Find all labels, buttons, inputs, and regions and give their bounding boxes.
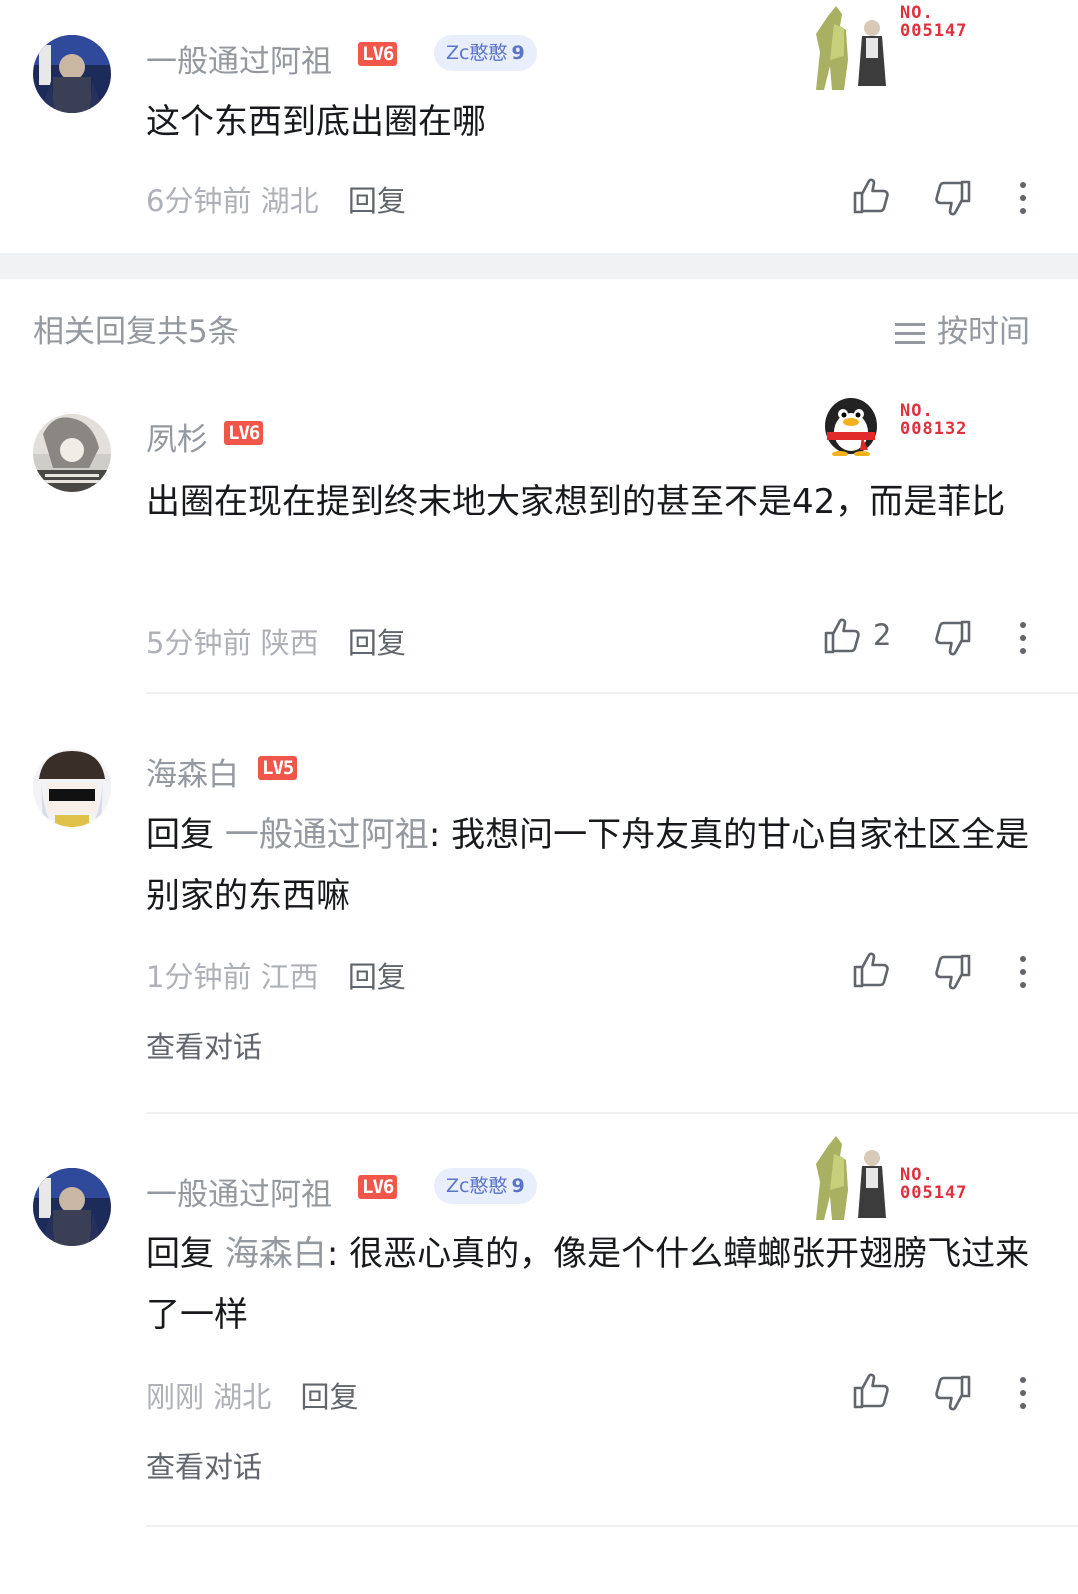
- comment-time: 6分钟前: [146, 184, 252, 218]
- avatar[interactable]: [33, 35, 111, 113]
- view-conversation-link[interactable]: 查看对话: [146, 1444, 262, 1486]
- comment-location: 江西: [260, 960, 319, 994]
- more-options-icon[interactable]: [1018, 182, 1028, 218]
- view-conversation-link[interactable]: 查看对话: [146, 1024, 262, 1066]
- avatar[interactable]: [33, 749, 111, 827]
- comment-location: 陕西: [260, 626, 319, 660]
- comment-time: 5分钟前: [146, 626, 252, 660]
- thumbs-up-icon[interactable]: [851, 176, 891, 216]
- mention-link[interactable]: 海森白: [225, 1234, 327, 1274]
- penguin-card-image: [825, 398, 877, 457]
- avatar[interactable]: [33, 1168, 111, 1246]
- username[interactable]: 一般通过阿祖: [146, 36, 332, 81]
- collectible-card[interactable]: NO. 008132: [818, 388, 998, 458]
- thumbs-down-icon[interactable]: [933, 178, 973, 218]
- card-number: NO. 005147: [900, 1165, 968, 1203]
- card-number: NO. 008132: [900, 401, 968, 439]
- reply-item: 一般通过阿祖 LV6 Zc憨憨 9 NO. 005147 回复 海森白: 很恶心真…: [0, 1130, 1078, 1530]
- comment-meta: 5分钟前 陕西 回复: [146, 620, 406, 662]
- related-replies-title: 相关回复共5条: [33, 314, 239, 350]
- thumbs-up-icon[interactable]: [851, 950, 891, 990]
- reply-button[interactable]: 回复: [300, 1380, 358, 1414]
- reply-item: 海森白 LV5 回复 一般通过阿祖: 我想问一下舟友真的甘心自家社区全是别家的东…: [0, 715, 1078, 1115]
- menu-lines-icon: [895, 317, 925, 350]
- root-comment: 一般通过阿祖 LV6 Zc憨憨 9 NO. 005147 这个东西到底出圈在哪 6…: [0, 0, 1078, 253]
- more-options-icon[interactable]: [1018, 622, 1028, 658]
- reply-button[interactable]: 回复: [348, 184, 406, 218]
- username[interactable]: 一般通过阿祖: [146, 1169, 332, 1214]
- mention-link[interactable]: 一般通过阿祖: [225, 815, 429, 855]
- more-options-icon[interactable]: [1018, 1377, 1028, 1413]
- thumbs-down-icon[interactable]: [933, 1373, 973, 1413]
- level-badge: LV6: [358, 1175, 398, 1199]
- level-badge: LV6: [224, 421, 264, 445]
- fan-badge[interactable]: Zc憨憨 9: [434, 35, 537, 71]
- thumbs-down-icon[interactable]: [933, 952, 973, 992]
- comment-location: 湖北: [213, 1380, 272, 1414]
- card-figure-image: [816, 6, 886, 90]
- comment-location: 湖北: [260, 184, 319, 218]
- fan-badge-name: Zc憨憨: [446, 1175, 508, 1197]
- comment-content: 出圈在现在提到终末地大家想到的甚至不是42，而是菲比: [146, 482, 1006, 522]
- card-number: NO. 005147: [900, 3, 968, 41]
- level-badge: LV5: [258, 756, 298, 780]
- sort-label: 按时间: [937, 314, 1030, 350]
- reply-button[interactable]: 回复: [348, 626, 406, 660]
- card-figure-image: [816, 1136, 886, 1220]
- fan-badge-level: 9: [511, 42, 525, 64]
- comment-time: 1分钟前: [146, 960, 252, 994]
- section-divider: [0, 253, 1078, 279]
- thumbs-down-icon[interactable]: [933, 618, 973, 658]
- reply-prefix: 回复: [146, 815, 225, 855]
- collectible-card[interactable]: NO. 005147: [812, 1134, 992, 1222]
- reply-divider: [146, 1525, 1078, 1527]
- thumbs-up-icon[interactable]: [822, 616, 862, 656]
- level-badge: LV6: [358, 42, 398, 66]
- like-count: 2: [873, 618, 892, 652]
- fan-badge-name: Zc憨憨: [446, 42, 508, 64]
- comment-meta: 1分钟前 江西 回复: [146, 954, 406, 996]
- reply-divider: [146, 692, 1078, 694]
- comment-meta: 刚刚 湖北 回复: [146, 1374, 358, 1416]
- comment-content: 这个东西到底出圈在哪: [146, 102, 486, 142]
- thumbs-up-icon[interactable]: [851, 1371, 891, 1411]
- comment-content: 回复 海森白: 很恶心真的，像是个什么蟑螂张开翅膀飞过来了一样: [146, 1224, 1036, 1346]
- comment-content: 回复 一般通过阿祖: 我想问一下舟友真的甘心自家社区全是别家的东西嘛: [146, 805, 1036, 927]
- comment-time: 刚刚: [146, 1380, 205, 1414]
- fan-badge[interactable]: Zc憨憨 9: [434, 1168, 537, 1204]
- comment-meta: 6分钟前 湖北 回复: [146, 178, 406, 220]
- reply-item: 夙杉 LV6 NO. 008132 出圈在现在提到终末地大家想到的甚至不是42，…: [0, 380, 1078, 695]
- fan-badge-level: 9: [511, 1175, 525, 1197]
- sort-button[interactable]: 按时间: [895, 306, 1030, 351]
- avatar[interactable]: [33, 414, 111, 492]
- username[interactable]: 夙杉: [146, 414, 208, 459]
- collectible-card[interactable]: NO. 005147: [812, 4, 992, 90]
- username[interactable]: 海森白: [146, 749, 239, 794]
- reply-prefix: 回复: [146, 1234, 225, 1274]
- reply-divider: [146, 1112, 1078, 1114]
- more-options-icon[interactable]: [1018, 956, 1028, 992]
- reply-button[interactable]: 回复: [348, 960, 406, 994]
